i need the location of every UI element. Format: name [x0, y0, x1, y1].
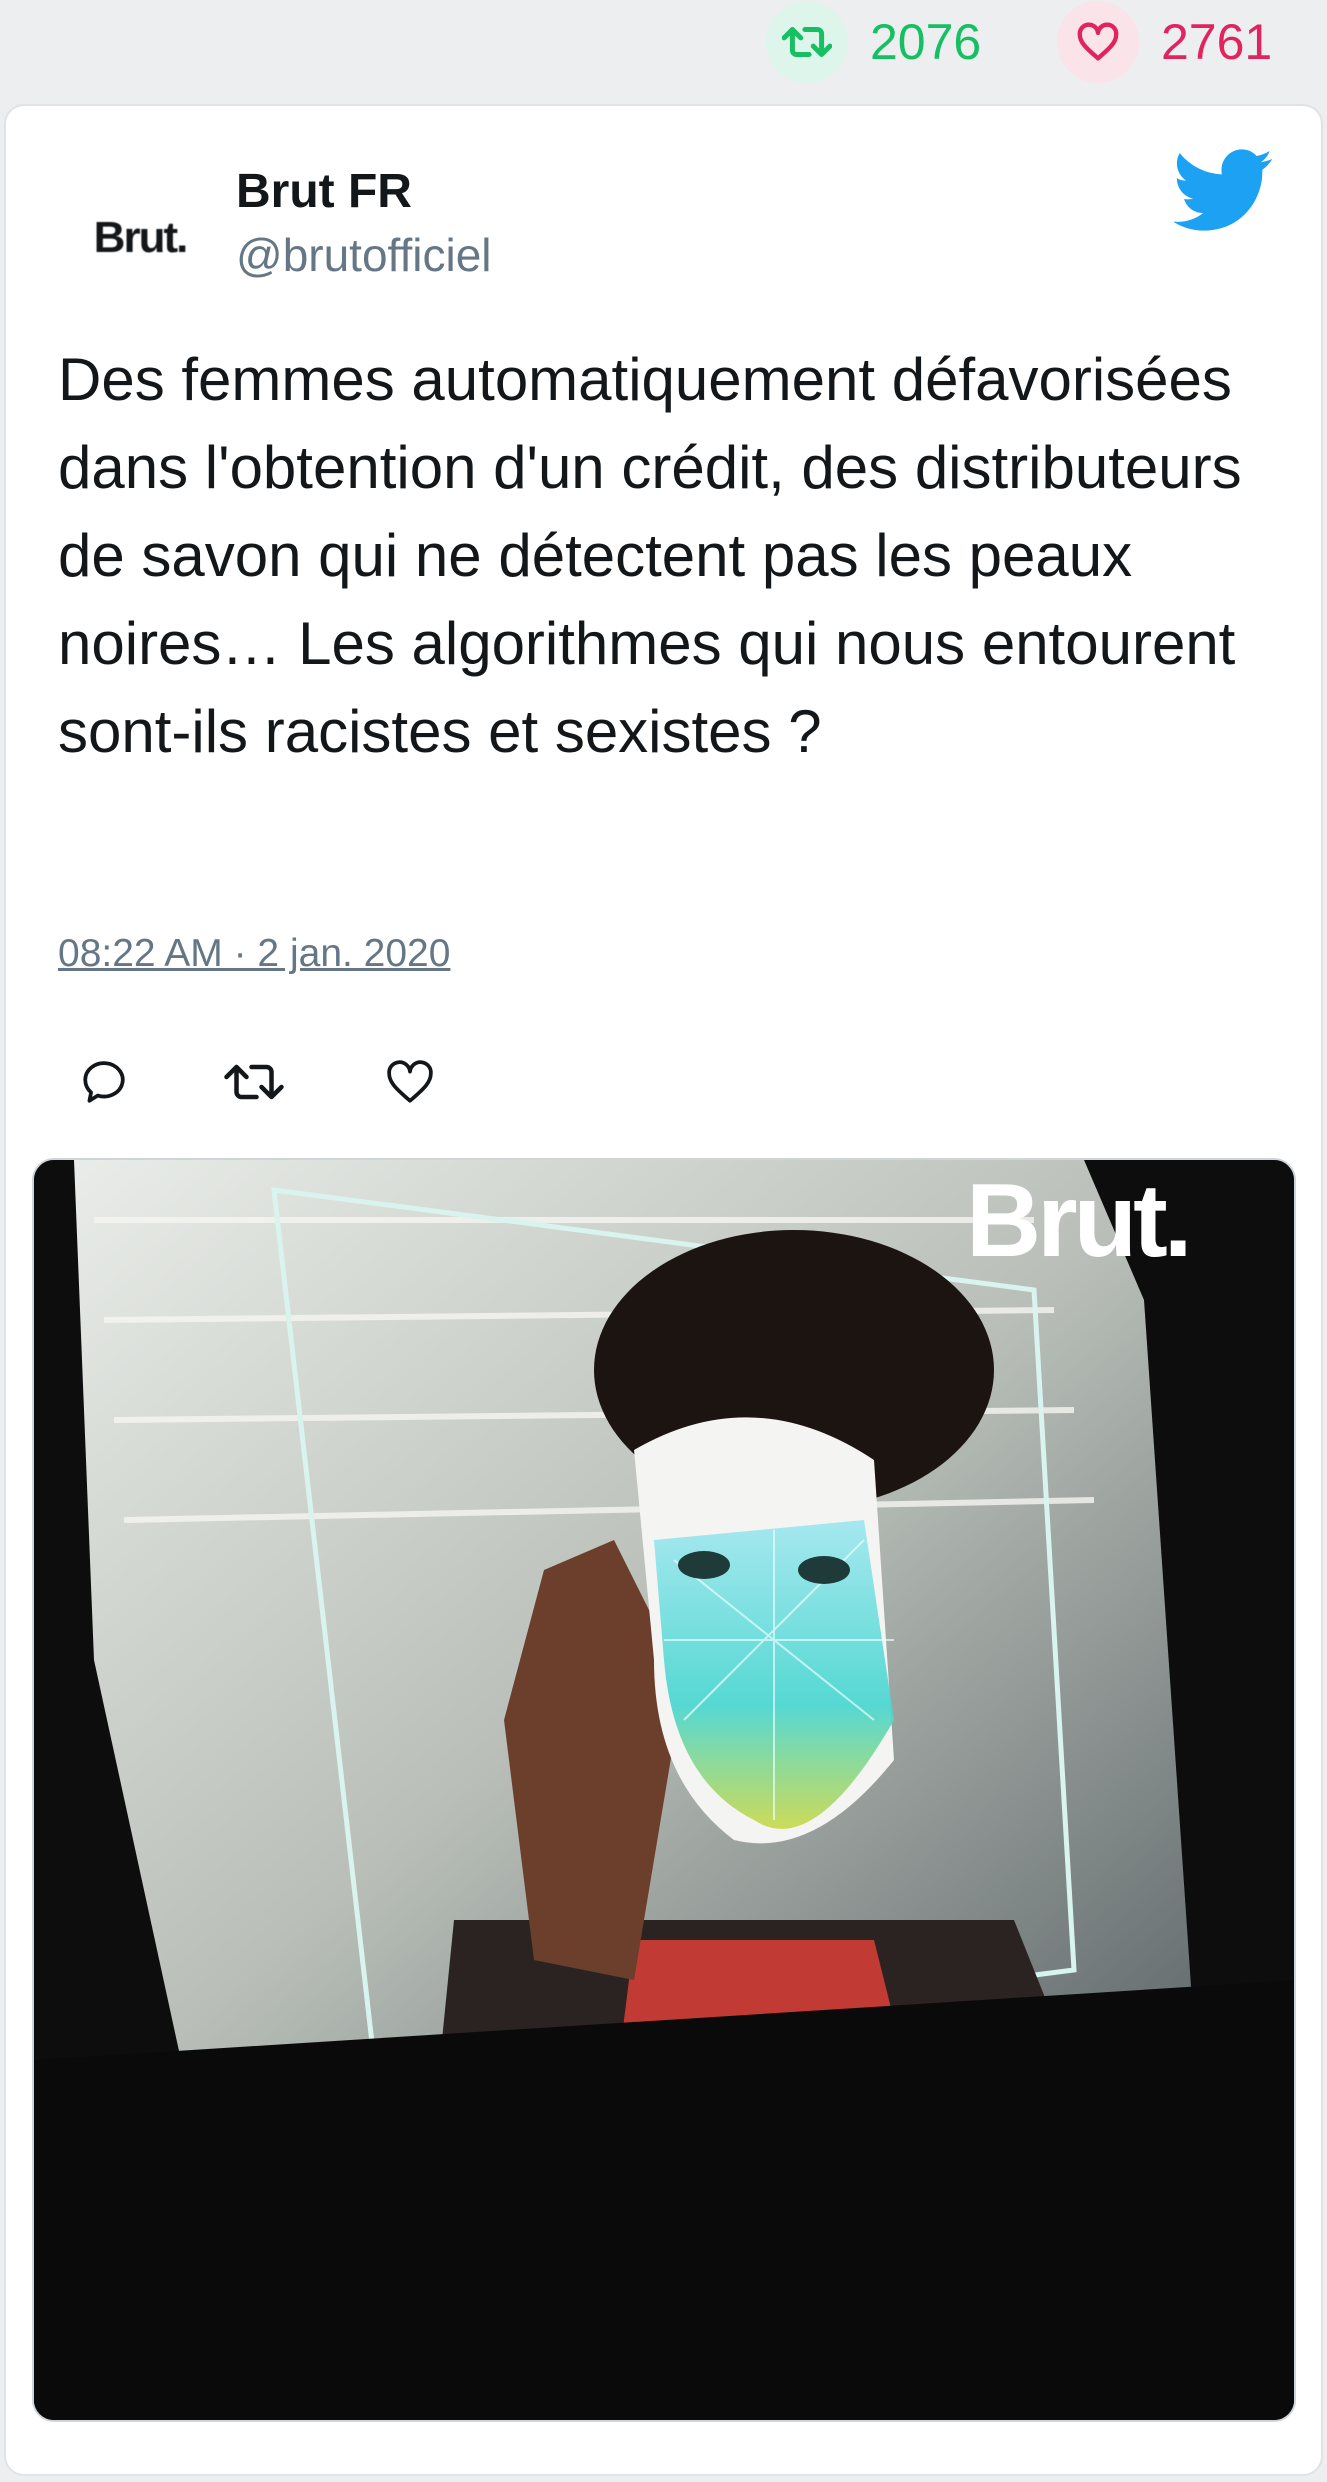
- media-watermark: Brut.: [966, 1163, 1189, 1279]
- tweet-media-image[interactable]: Brut.: [32, 1158, 1296, 2422]
- retweet-count: 2076: [870, 14, 982, 70]
- author-handle[interactable]: @brutofficiel: [236, 228, 492, 282]
- author-name[interactable]: Brut FR: [236, 164, 412, 219]
- tweet-card: Brut. Brut FR @brutofficiel Des femmes a…: [4, 104, 1323, 2476]
- like-count: 2761: [1161, 14, 1273, 70]
- heart-icon[interactable]: [380, 1052, 440, 1112]
- tweet-stats-bar: 2076 2761: [0, 0, 1327, 104]
- retweet-icon[interactable]: [224, 1052, 284, 1112]
- twitter-bird-icon[interactable]: [1172, 148, 1274, 234]
- tweet-text: Des femmes automatiquement défavorisées …: [58, 346, 1242, 765]
- heart-icon: [1057, 1, 1139, 83]
- like-stat[interactable]: 2761: [1057, 1, 1273, 83]
- retweet-icon: [766, 1, 848, 83]
- media-illustration: Brut.: [34, 1160, 1294, 2420]
- avatar-logo-text: Brut.: [93, 213, 189, 262]
- avatar[interactable]: Brut.: [56, 186, 224, 290]
- tweet-timestamp[interactable]: 08:22 AM · 2 jan. 2020: [58, 932, 450, 976]
- retweet-stat[interactable]: 2076: [766, 1, 982, 83]
- reply-icon[interactable]: [74, 1052, 134, 1112]
